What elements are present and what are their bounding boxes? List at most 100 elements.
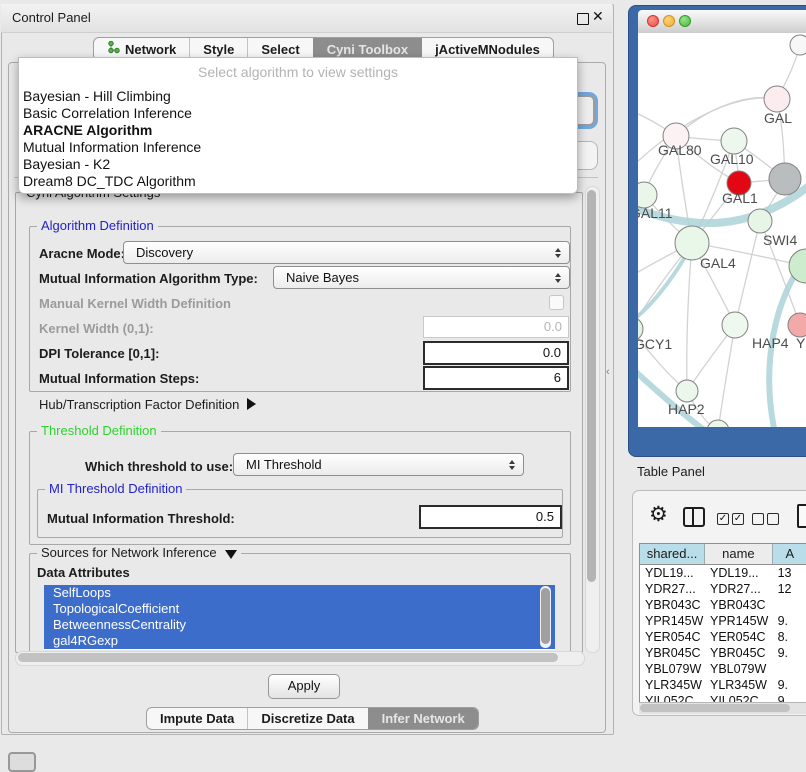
node-pink-right[interactable] <box>788 313 806 337</box>
table-row[interactable]: YBR043CYBR043C <box>640 597 806 613</box>
settings-vscroll-thumb[interactable] <box>587 190 596 582</box>
attribute-list-item[interactable]: TopologicalCoefficient <box>44 601 555 617</box>
new-table-icon[interactable] <box>797 504 806 528</box>
algorithm-option[interactable]: Basic Correlation Inference <box>19 105 577 122</box>
column-header-a[interactable]: A <box>773 544 806 564</box>
table-row[interactable]: YPR145WYPR145W9. <box>640 613 806 629</box>
settings-horizontal-scrollbar[interactable] <box>15 651 585 666</box>
float-panel-icon[interactable] <box>577 13 589 25</box>
kernel-width-input[interactable]: 0.0 <box>423 316 569 338</box>
control-panel-titlebar: Control Panel <box>1 4 612 33</box>
table-horizontal-scrollbar[interactable] <box>639 702 806 714</box>
select-all-icon[interactable]: ✓ <box>717 513 729 525</box>
attribute-list-item[interactable]: BetweennessCentrality <box>44 617 555 633</box>
deselect-all-icon[interactable] <box>767 513 779 525</box>
panel-divider-handle[interactable]: ‹ <box>606 366 610 378</box>
tab-discretize-data[interactable]: Discretize Data <box>247 708 367 729</box>
apply-button[interactable]: Apply <box>268 674 340 699</box>
close-traffic-light-icon[interactable] <box>647 15 659 27</box>
tab-impute-data[interactable]: Impute Data <box>147 708 247 729</box>
network-graph: GALGAL80GAL10GAL1GAL11SWI4GAL4HAP4YGCY1H… <box>638 33 806 427</box>
tab-label: Cyni Toolbox <box>327 42 408 57</box>
algorithm-option[interactable]: Mutual Information Inference <box>19 139 577 156</box>
algorithm-dropdown-placeholder: Select algorithm to view settings <box>19 58 577 88</box>
table-hscroll-thumb[interactable] <box>640 704 790 712</box>
table-cell <box>773 597 806 613</box>
select-all-icon[interactable]: ✓ <box>732 513 744 525</box>
tab-infer-network[interactable]: Infer Network <box>368 708 478 729</box>
network-node-label: Y <box>796 335 806 351</box>
dpi-tolerance-input[interactable]: 0.0 <box>423 341 569 365</box>
hub-definition-toggle[interactable]: Hub/Transcription Factor Definition <box>39 397 256 412</box>
table-row[interactable]: YDL19...YDL19...13 <box>640 565 806 581</box>
split-table-icon[interactable] <box>683 507 705 527</box>
node-swi4[interactable] <box>748 209 772 233</box>
settings-hscroll-thumb[interactable] <box>18 653 558 662</box>
hub-definition-label: Hub/Transcription Factor Definition <box>39 397 239 412</box>
dpi-tolerance-label: DPI Tolerance [0,1]: <box>39 346 159 361</box>
node-hap2[interactable] <box>676 380 698 402</box>
kernel-width-value: 0.0 <box>544 317 562 337</box>
node[interactable] <box>707 420 729 427</box>
table-row[interactable]: YDR27...YDR27...12 <box>640 581 806 597</box>
column-header-name[interactable]: name <box>705 544 773 564</box>
minimize-traffic-light-icon[interactable] <box>663 15 675 27</box>
network-node-label: GAL <box>764 110 792 126</box>
sources-title-text: Sources for Network Inference <box>41 545 217 560</box>
manual-kernel-width-label: Manual Kernel Width Definition <box>39 296 231 311</box>
kernel-width-label: Kernel Width (0,1): <box>39 321 154 336</box>
settings-vertical-scrollbar[interactable] <box>585 186 600 653</box>
table-header-row: shared...nameA <box>640 544 806 565</box>
table-cell: YER054C <box>705 629 773 645</box>
table-cell: 13 <box>773 565 806 581</box>
network-canvas[interactable]: GALGAL80GAL10GAL1GAL11SWI4GAL4HAP4YGCY1H… <box>638 33 806 427</box>
node-gray[interactable] <box>769 163 801 195</box>
cyni-bottom-tab-bar: Impute Data Discretize DataInfer Network <box>146 707 479 730</box>
algorithm-option[interactable]: Bayesian - K2 <box>19 156 577 173</box>
mi-threshold-group-title: MI Threshold Definition <box>45 482 186 496</box>
table-settings-gear-icon[interactable]: ⚙ <box>649 504 668 526</box>
tab-label: Style <box>203 42 234 57</box>
algorithm-option[interactable]: Bayesian - Hill Climbing <box>19 88 577 105</box>
table-body: YDL19...YDL19...13YDR27...YDR27...12YBR0… <box>640 565 806 703</box>
node-hap4[interactable] <box>722 312 748 338</box>
node[interactable] <box>790 35 806 55</box>
mi-threshold-input[interactable]: 0.5 <box>419 505 562 529</box>
aracne-mode-select[interactable]: Discovery <box>123 241 570 264</box>
column-header-shared[interactable]: shared... <box>640 544 705 564</box>
list-scrollbar[interactable] <box>540 586 551 648</box>
network-node-label: GAL4 <box>700 255 736 271</box>
table-row[interactable]: YLR345WYLR345W9. <box>640 677 806 693</box>
data-attributes-list[interactable]: SelfLoopsTopologicalCoefficientBetweenne… <box>44 585 555 650</box>
expanded-arrow-icon <box>225 550 237 559</box>
algorithm-option[interactable]: ARACNE Algorithm <box>19 122 577 139</box>
table-cell: YLR345W <box>640 677 705 693</box>
zoom-traffic-light-icon[interactable] <box>679 15 691 27</box>
close-panel-icon[interactable]: ✕ <box>592 8 604 25</box>
network-icon <box>107 41 120 57</box>
minimized-panel-icon[interactable] <box>8 752 36 772</box>
network-node-label: GAL10 <box>710 151 754 167</box>
algorithm-dropdown-popup[interactable]: Select algorithm to view settings Bayesi… <box>18 57 578 194</box>
mi-steps-input[interactable]: 6 <box>423 366 569 390</box>
table-row[interactable]: YBR045CYBR045C9. <box>640 645 806 661</box>
attribute-list-item[interactable]: SelfLoops <box>44 585 555 601</box>
network-view-window[interactable]: GALGAL80GAL10GAL1GAL11SWI4GAL4HAP4YGCY1H… <box>628 5 806 457</box>
network-node-label: GCY1 <box>638 336 672 352</box>
aracne-mode-value: Discovery <box>136 242 193 263</box>
deselect-all-icon[interactable] <box>752 513 764 525</box>
list-scrollbar-thumb[interactable] <box>541 588 550 644</box>
node-gal-pink[interactable] <box>764 86 790 112</box>
manual-kernel-width-checkbox[interactable] <box>549 295 564 310</box>
algorithm-option[interactable]: Dream8 DC_TDC Algorithm <box>19 173 577 190</box>
mi-algorithm-type-select[interactable]: Naive Bayes <box>273 266 570 289</box>
attribute-list-item[interactable]: gal4RGexp <box>44 633 555 649</box>
collapsed-arrow-icon <box>247 398 256 410</box>
algorithm-dropdown-list: Bayesian - Hill ClimbingBasic Correlatio… <box>19 88 577 190</box>
tab-label: Impute Data <box>160 711 234 726</box>
which-threshold-label: Which threshold to use: <box>85 459 233 474</box>
sources-group-title[interactable]: Sources for Network Inference <box>37 546 241 560</box>
table-row[interactable]: YBL079WYBL079W <box>640 661 806 677</box>
table-row[interactable]: YER054CYER054C8. <box>640 629 806 645</box>
which-threshold-select[interactable]: MI Threshold <box>233 453 524 476</box>
